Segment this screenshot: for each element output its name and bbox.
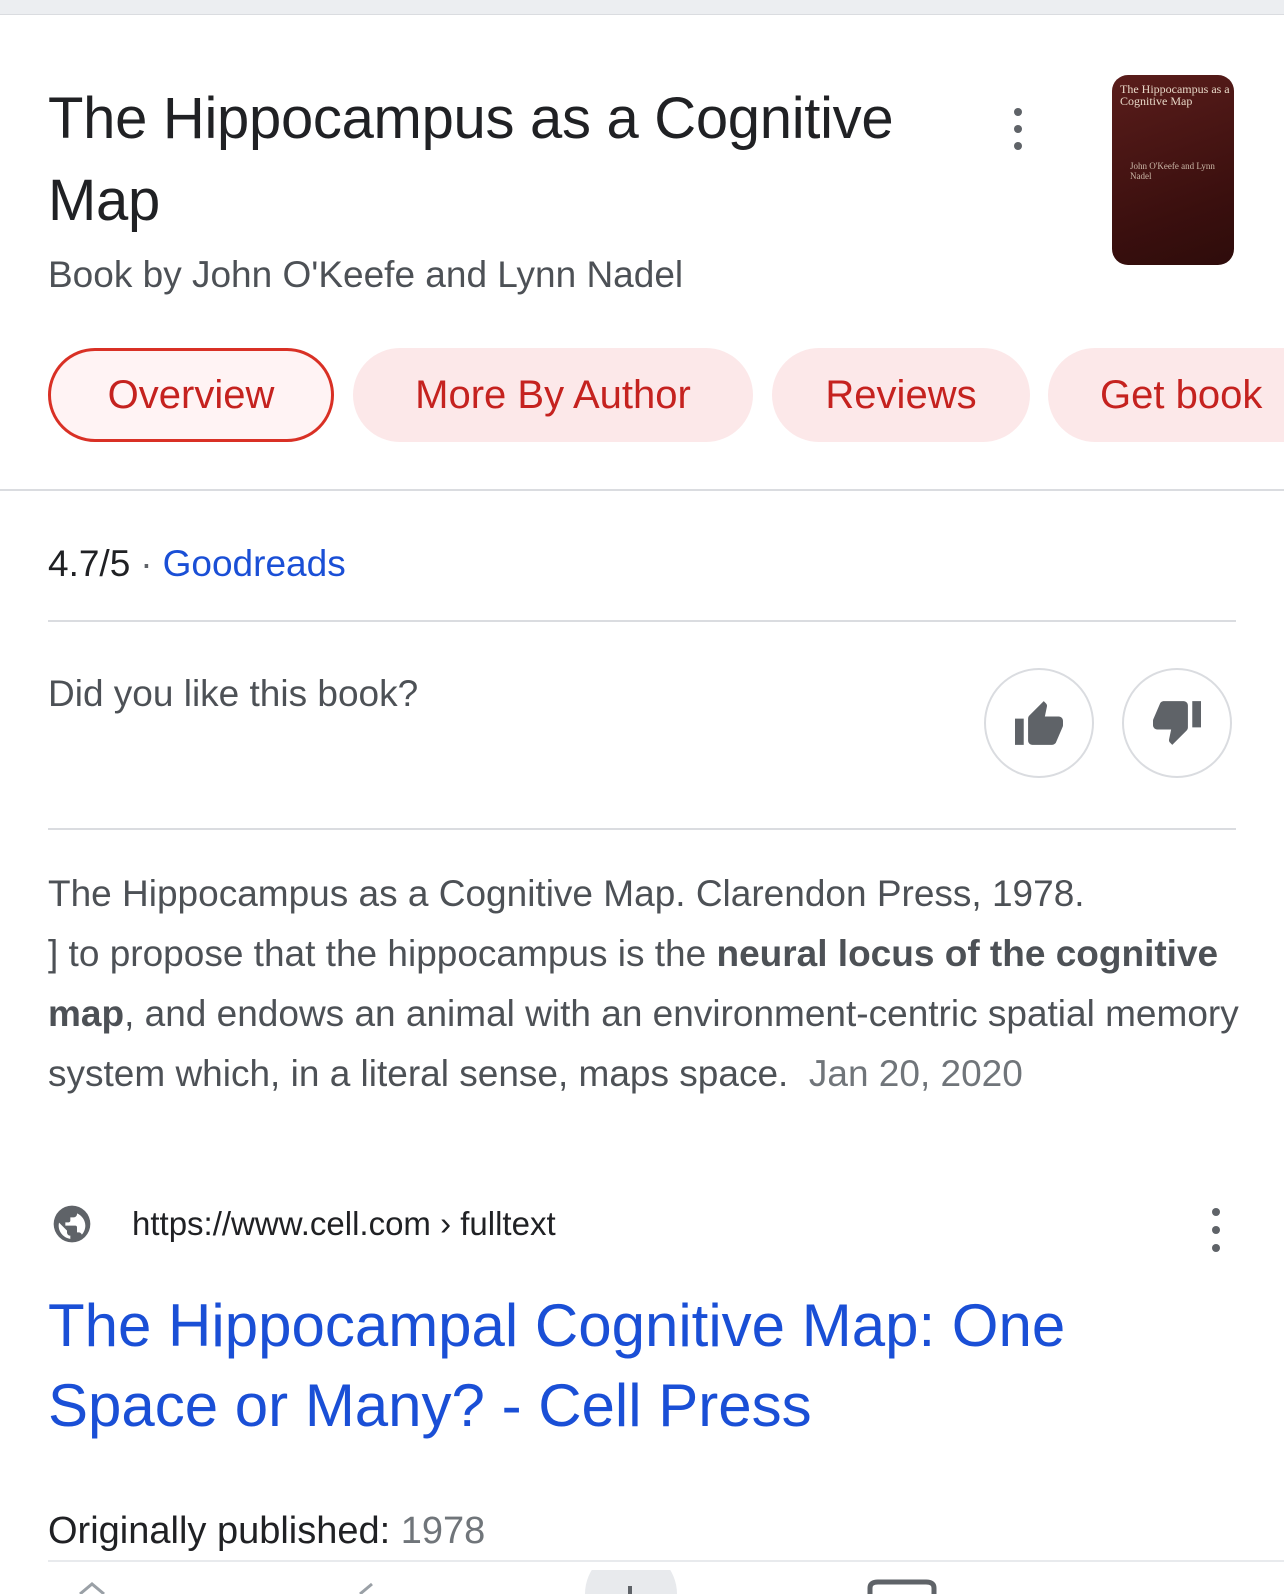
tab-overview[interactable]: Overview <box>48 348 334 442</box>
cover-title: The Hippocampus as a Cognitive Map <box>1120 82 1230 108</box>
bottom-nav-partial <box>79 1570 937 1594</box>
cover-authors: John O'Keefe and Lynn Nadel <box>1130 161 1215 181</box>
thumbs-up-button[interactable] <box>984 668 1094 778</box>
book-title: The Hippocampus as a Cognitive Map <box>48 86 894 233</box>
book-cover-image[interactable]: The Hippocampus as a Cognitive Map John … <box>1112 75 1234 265</box>
result-snippet: The Hippocampus as a Cognitive Map. Clar… <box>48 864 1248 1104</box>
snippet-date: Jan 20, 2020 <box>808 1053 1023 1094</box>
feedback-question: Did you like this book? <box>48 673 419 714</box>
thumbs-down-icon <box>1153 701 1201 745</box>
goodreads-link[interactable]: Goodreads <box>163 543 346 584</box>
thumbs-up-icon <box>1015 701 1063 745</box>
rating-row: 4.7/5 · Goodreads <box>48 540 346 588</box>
published-label: Originally published: <box>48 1510 391 1552</box>
url-path: › fulltext <box>430 1205 556 1242</box>
tab-get-book[interactable]: Get book <box>1048 348 1284 442</box>
published-value: 1978 <box>400 1510 486 1552</box>
tab-more-by-author[interactable]: More By Author <box>353 348 753 442</box>
result-title-link[interactable]: The Hippocampal Cognitive Map: One Space… <box>48 1286 1228 1446</box>
divider <box>0 489 1284 491</box>
more-options-icon[interactable] <box>1003 104 1033 154</box>
tab-chips: Overview More By Author Reviews Get book <box>48 348 1284 444</box>
rating-separator: · <box>140 543 153 584</box>
divider <box>48 1560 1284 1562</box>
snippet-text: ] to propose that the hippocampus is the <box>48 933 717 974</box>
originally-published: Originally published: 1978 <box>48 1506 485 1556</box>
rating-score: 4.7/5 <box>48 543 131 584</box>
divider <box>48 620 1236 622</box>
divider <box>48 828 1236 830</box>
tab-reviews[interactable]: Reviews <box>772 348 1030 442</box>
globe-icon <box>53 1205 91 1243</box>
book-subtitle: Book by John O'Keefe and Lynn Nadel <box>48 254 684 295</box>
top-strip <box>0 0 1284 15</box>
result-more-options-icon[interactable] <box>1206 1208 1226 1252</box>
thumbs-down-button[interactable] <box>1122 668 1232 778</box>
snippet-text-cont: , and endows an animal with an environme… <box>48 993 1239 1094</box>
result-url[interactable]: https://www.cell.com › fulltext <box>132 1202 556 1246</box>
url-domain: https://www.cell.com <box>132 1205 431 1242</box>
snippet-line1: The Hippocampus as a Cognitive Map. Clar… <box>48 873 1085 914</box>
